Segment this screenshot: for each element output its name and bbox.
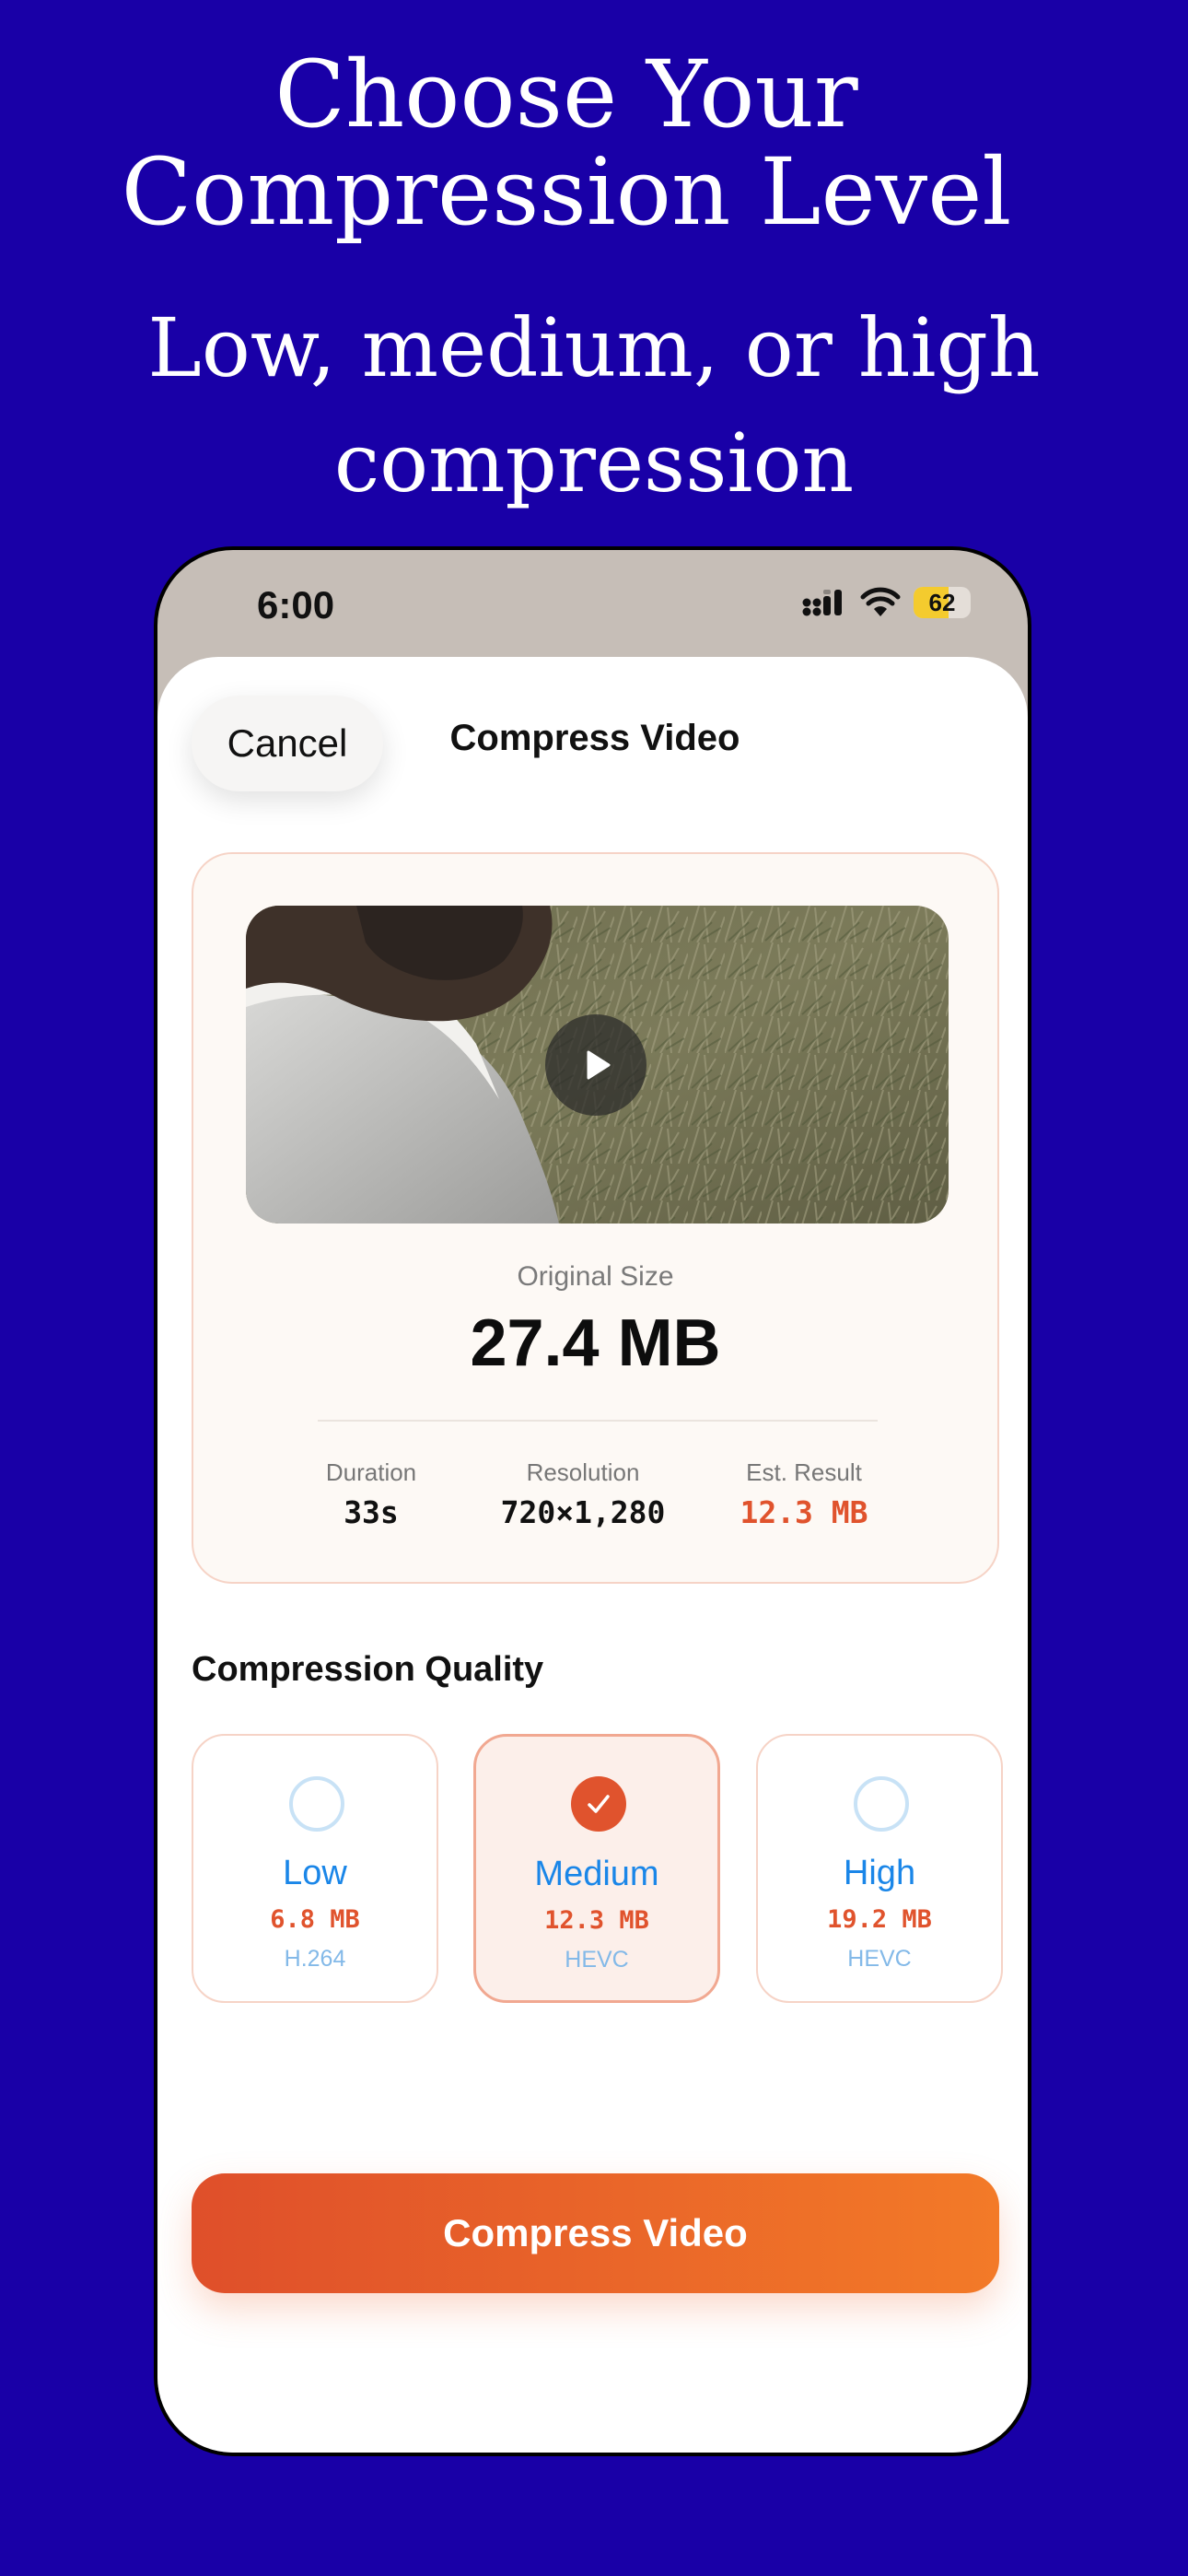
option-codec: H.264: [284, 1946, 346, 1972]
option-size: 12.3 MB: [544, 1906, 649, 1935]
stat-label: Resolution: [526, 1458, 640, 1486]
stat-value: 720×1,280: [500, 1494, 666, 1530]
option-name: High: [843, 1854, 916, 1892]
quality-option-high[interactable]: High 19.2 MB HEVC: [756, 1734, 1003, 2003]
radio-unchecked-icon: [854, 1776, 909, 1832]
battery-icon: 62: [914, 587, 971, 618]
option-codec: HEVC: [847, 1946, 912, 1972]
battery-percent: 62: [928, 589, 956, 616]
promo-subtitle-line1: Low, medium, or high: [147, 300, 1041, 395]
stat-label: Est. Result: [746, 1458, 862, 1486]
quality-option-medium[interactable]: Medium 12.3 MB HEVC: [473, 1734, 720, 2003]
play-button[interactable]: [545, 1014, 646, 1116]
promo-subtitle-line2: compression: [333, 416, 855, 510]
stat-duration: Duration 33s: [261, 1458, 482, 1530]
compress-sheet: Cancel Compress Video Original Size 27.4…: [157, 657, 1028, 2453]
divider: [318, 1420, 878, 1422]
quality-option-low[interactable]: Low 6.8 MB H.264: [192, 1734, 438, 2003]
play-icon: [587, 1050, 611, 1080]
original-size-label: Original Size: [517, 1261, 674, 1292]
wifi-icon: [860, 587, 901, 616]
option-size: 6.8 MB: [270, 1905, 360, 1934]
stat-label: Duration: [325, 1458, 417, 1486]
sheet-title: Compress Video: [449, 718, 740, 758]
compress-video-button[interactable]: Compress Video: [192, 2173, 999, 2293]
signal-icon: [802, 590, 842, 616]
stat-resolution: Resolution 720×1,280: [472, 1458, 693, 1530]
video-info-card: Original Size 27.4 MB Duration 33s Resol…: [192, 852, 999, 1584]
stat-value: 12.3 MB: [740, 1494, 868, 1530]
option-size: 19.2 MB: [827, 1905, 932, 1934]
original-size-value: 27.4 MB: [470, 1306, 721, 1380]
promo-title-line1: Choose Your: [274, 41, 858, 148]
promo-title-line2: Compression Level: [121, 138, 1012, 246]
stat-est-result: Est. Result 12.3 MB: [693, 1458, 914, 1530]
status-time: 6:00: [257, 583, 335, 626]
stat-value: 33s: [344, 1494, 399, 1530]
radio-unchecked-icon: [289, 1776, 344, 1832]
option-name: Medium: [534, 1855, 659, 1893]
video-thumbnail[interactable]: [246, 906, 949, 1224]
option-codec: HEVC: [565, 1947, 629, 1973]
checkmark-icon: [588, 1795, 610, 1813]
option-name: Low: [283, 1854, 347, 1892]
promo-title: Choose Your Compression Level: [0, 46, 1133, 241]
radio-checked-icon: [571, 1776, 626, 1832]
compression-quality-heading: Compression Quality: [192, 1650, 544, 1689]
promo-subtitle: Low, medium, or high compression: [28, 290, 1160, 521]
phone-frame: 6:00 62 Cancel Compress Video Original S…: [154, 546, 1031, 2456]
status-icons: 62: [801, 587, 971, 618]
